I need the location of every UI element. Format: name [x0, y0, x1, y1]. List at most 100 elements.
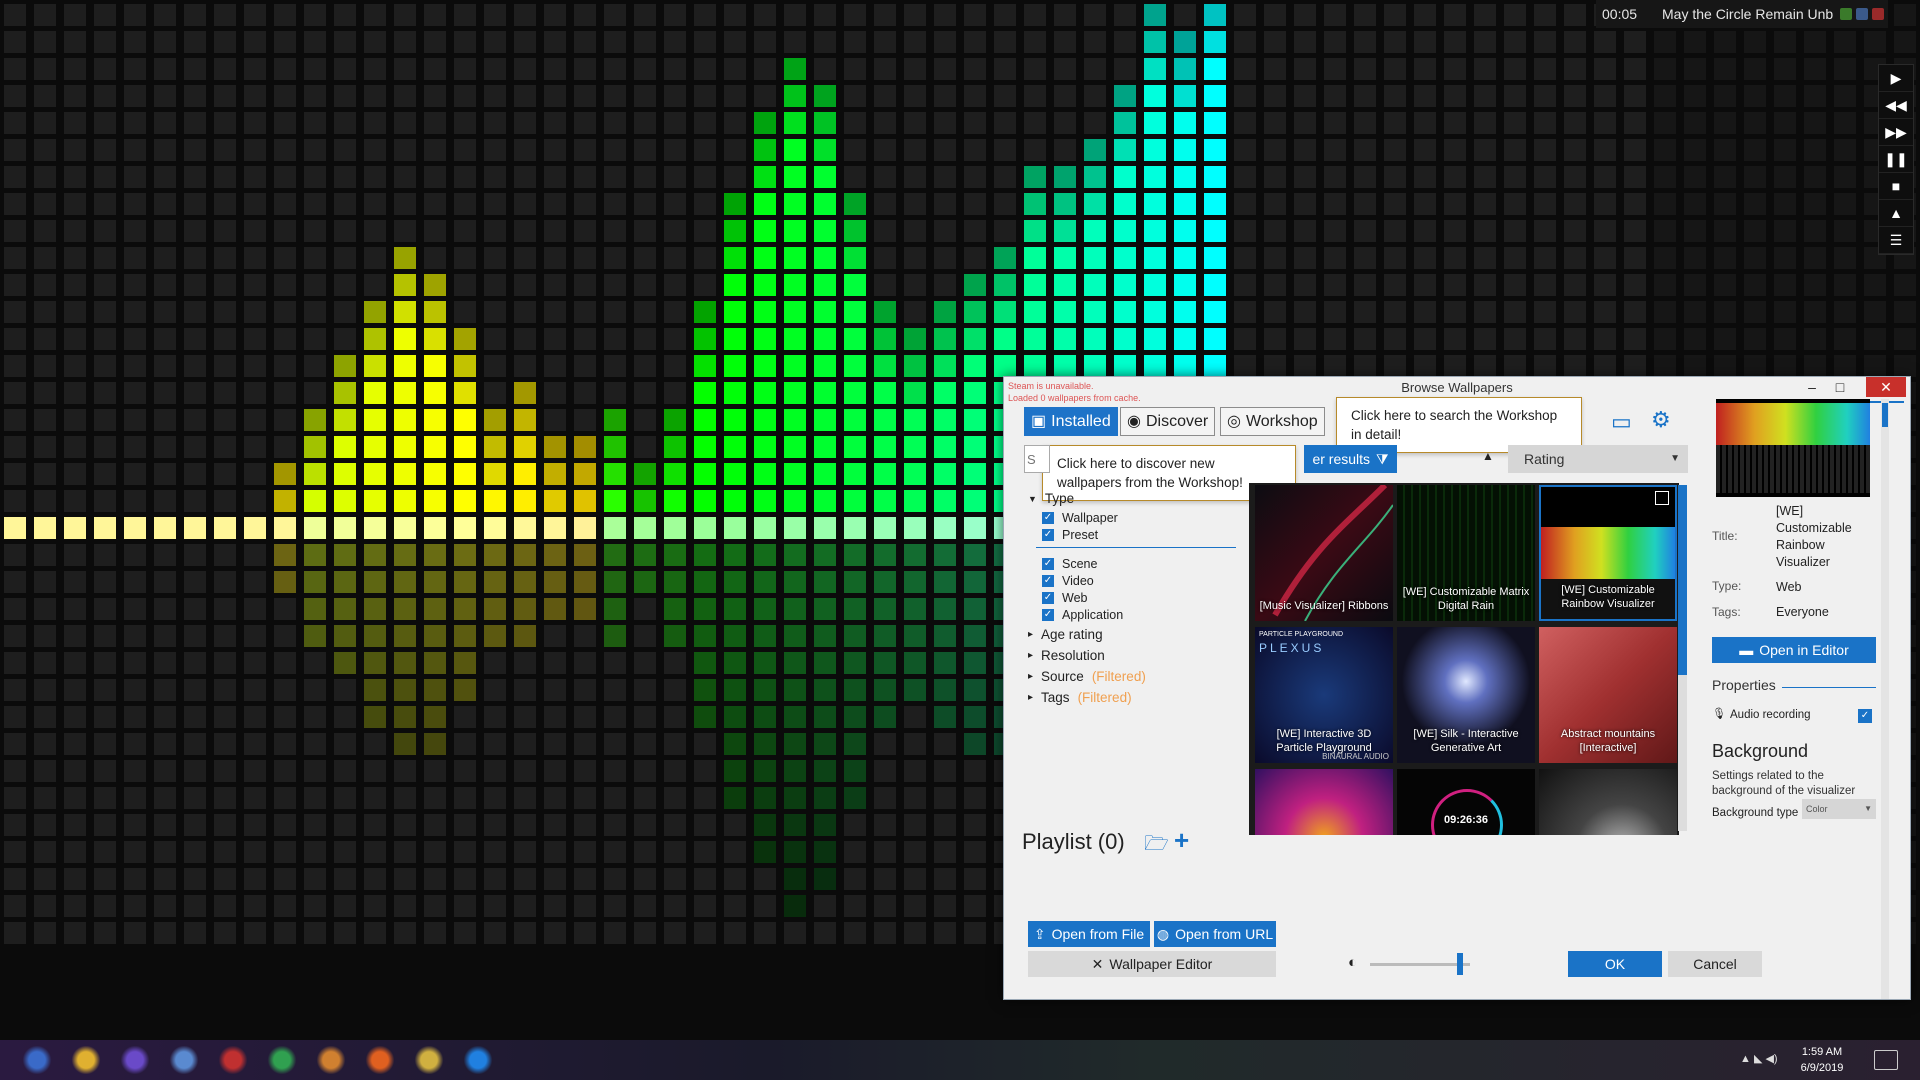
visualizer-cell: [784, 4, 806, 26]
visualizer-cell: [1354, 139, 1376, 161]
visualizer-cell: [1714, 112, 1736, 134]
firefox-icon[interactable]: [365, 1046, 395, 1074]
close-button[interactable]: ✕: [1866, 377, 1906, 397]
wallpaper-editor-button[interactable]: ✕ Wallpaper Editor: [1028, 951, 1276, 977]
gear-icon[interactable]: ⚙: [1651, 407, 1671, 433]
visualizer-cell: [634, 652, 656, 674]
tools-icon[interactable]: [414, 1046, 444, 1074]
wallpaper-thumb[interactable]: [WE] Customizable Matrix Digital Rain: [1397, 485, 1535, 621]
folder-app-icon[interactable]: [316, 1046, 346, 1074]
checkbox-icon[interactable]: ✓: [1042, 529, 1054, 541]
filter-tree-item-age-rating[interactable]: ▸ Age rating: [1028, 627, 1103, 642]
grid-scrollbar-thumb[interactable]: [1678, 485, 1687, 675]
tab-discover[interactable]: ◉ Discover: [1120, 407, 1216, 436]
media-green-icon[interactable]: [1840, 8, 1852, 20]
filter-tree-item-tags[interactable]: ▸ Tags (Filtered): [1028, 690, 1132, 705]
wallpaper-thumb[interactable]: [1255, 769, 1393, 835]
background-type-select[interactable]: Color ▼: [1802, 799, 1876, 819]
wallpaper-thumb[interactable]: PARTICLE PLAYGROUND PLEXUS [WE] Interact…: [1255, 627, 1393, 763]
details-scrollbar-thumb[interactable]: [1882, 403, 1888, 427]
checkbox-icon[interactable]: ✓: [1042, 512, 1054, 524]
app-purple-icon[interactable]: [120, 1046, 150, 1074]
visualizer-cell: [694, 436, 716, 458]
visualizer-cell: [604, 463, 626, 485]
add-icon[interactable]: +: [1174, 825, 1189, 856]
audio-recording-checkbox[interactable]: ✓: [1858, 709, 1872, 723]
notifications-icon[interactable]: [1874, 1050, 1898, 1070]
open-from-url-button[interactable]: ◍ Open from URL: [1154, 921, 1276, 947]
type-header[interactable]: ▼ Type: [1028, 491, 1074, 506]
start-icon[interactable]: [22, 1046, 52, 1074]
type-checkbox-application[interactable]: ✓ Application: [1042, 608, 1123, 622]
wallpaper-thumb[interactable]: 09:26:36: [1397, 769, 1535, 835]
open-from-file-button[interactable]: ⇪ Open from File: [1028, 921, 1150, 947]
chrome-icon[interactable]: [267, 1046, 297, 1074]
rewind-icon[interactable]: ◀◀: [1879, 92, 1913, 119]
checkbox-icon[interactable]: ✓: [1042, 609, 1054, 621]
visualizer-cell: [1414, 31, 1436, 53]
minimize-button[interactable]: –: [1798, 377, 1826, 397]
ok-button[interactable]: OK: [1568, 951, 1662, 977]
type-checkbox-video[interactable]: ✓ Video: [1042, 574, 1094, 588]
wallpaper-thumb[interactable]: [1539, 769, 1677, 835]
brightness-slider[interactable]: [1370, 953, 1470, 975]
visualizer-cell: [844, 517, 866, 539]
wallpaper-engine-icon[interactable]: [463, 1046, 493, 1074]
eject-icon[interactable]: ▲: [1879, 200, 1913, 227]
media-close-icon[interactable]: [1872, 8, 1884, 20]
maximize-button[interactable]: □: [1826, 377, 1854, 397]
tab-installed[interactable]: ▣ Installed: [1024, 407, 1118, 436]
visualizer-cell: [1384, 58, 1406, 80]
visualizer-cell: [904, 841, 926, 863]
media-window-icon[interactable]: [1856, 8, 1868, 20]
type-checkbox-preset[interactable]: ✓ Preset: [1042, 528, 1098, 542]
tray-icons[interactable]: ▲ ◣ ◀): [1740, 1052, 1778, 1065]
details-scrollbar[interactable]: [1881, 399, 1889, 999]
tab-workshop[interactable]: ◎ Workshop: [1220, 407, 1325, 436]
visualizer-cell: [1384, 166, 1406, 188]
wallpaper-thumb[interactable]: Abstract mountains [Interactive]: [1539, 627, 1677, 763]
sort-select[interactable]: Rating ▼: [1508, 445, 1688, 473]
play-icon[interactable]: ▶: [1879, 65, 1913, 92]
visualizer-cell: [124, 760, 146, 782]
fast-forward-icon[interactable]: ▶▶: [1879, 119, 1913, 146]
visualizer-cell: [484, 355, 506, 377]
open-in-editor-button[interactable]: ▬ Open in Editor: [1712, 637, 1876, 663]
checkbox-icon[interactable]: ✓: [1042, 575, 1054, 587]
preview-image: [1716, 399, 1870, 497]
select-checkbox[interactable]: [1655, 491, 1669, 505]
brightness-slider-handle[interactable]: [1457, 953, 1463, 975]
checkbox-icon[interactable]: ✓: [1042, 592, 1054, 604]
filter-results-button[interactable]: er results ⧩: [1304, 445, 1397, 473]
type-checkbox-scene[interactable]: ✓ Scene: [1042, 557, 1097, 571]
visualizer-cell: [64, 166, 86, 188]
visualizer-cell: [754, 382, 776, 404]
internet-explorer-icon[interactable]: [169, 1046, 199, 1074]
visualizer-cell: [574, 355, 596, 377]
type-checkbox-web[interactable]: ✓ Web: [1042, 591, 1087, 605]
folder-icon[interactable]: 🗁: [1144, 829, 1169, 863]
visualizer-cell: [214, 814, 236, 836]
visualizer-cell: [1474, 166, 1496, 188]
grid-scrollbar[interactable]: [1678, 485, 1687, 831]
filter-tree-item-source[interactable]: ▸ Source (Filtered): [1028, 669, 1146, 684]
type-checkbox-wallpaper[interactable]: ✓ Wallpaper: [1042, 511, 1118, 525]
wallpaper-thumb-selected[interactable]: [WE] Customizable Rainbow Visualizer: [1539, 485, 1677, 621]
checkbox-icon[interactable]: ✓: [1042, 558, 1054, 570]
file-explorer-icon[interactable]: [71, 1046, 101, 1074]
wallpaper-thumb[interactable]: [Music Visualizer] Ribbons: [1255, 485, 1393, 621]
menu-icon[interactable]: ☰: [1879, 227, 1913, 254]
search-input[interactable]: [1024, 445, 1050, 473]
filter-tree-item-resolution[interactable]: ▸ Resolution: [1028, 648, 1105, 663]
visualizer-cell: [334, 4, 356, 26]
sort-direction-icon[interactable]: ▲: [1482, 449, 1494, 463]
wallpaper-thumb[interactable]: [WE] Silk - Interactive Generative Art: [1397, 627, 1535, 763]
monitor-icon[interactable]: ▭: [1611, 409, 1632, 435]
visualizer-cell: [484, 139, 506, 161]
visualizer-cell: [1894, 355, 1916, 377]
taskbar-clock[interactable]: 1:59 AM 6/9/2019: [1786, 1044, 1858, 1076]
visualizer-cell: [1114, 301, 1136, 323]
stop-icon[interactable]: ■: [1879, 173, 1913, 200]
calendar-app-icon[interactable]: [218, 1046, 248, 1074]
pause-icon[interactable]: ❚❚: [1879, 146, 1913, 173]
